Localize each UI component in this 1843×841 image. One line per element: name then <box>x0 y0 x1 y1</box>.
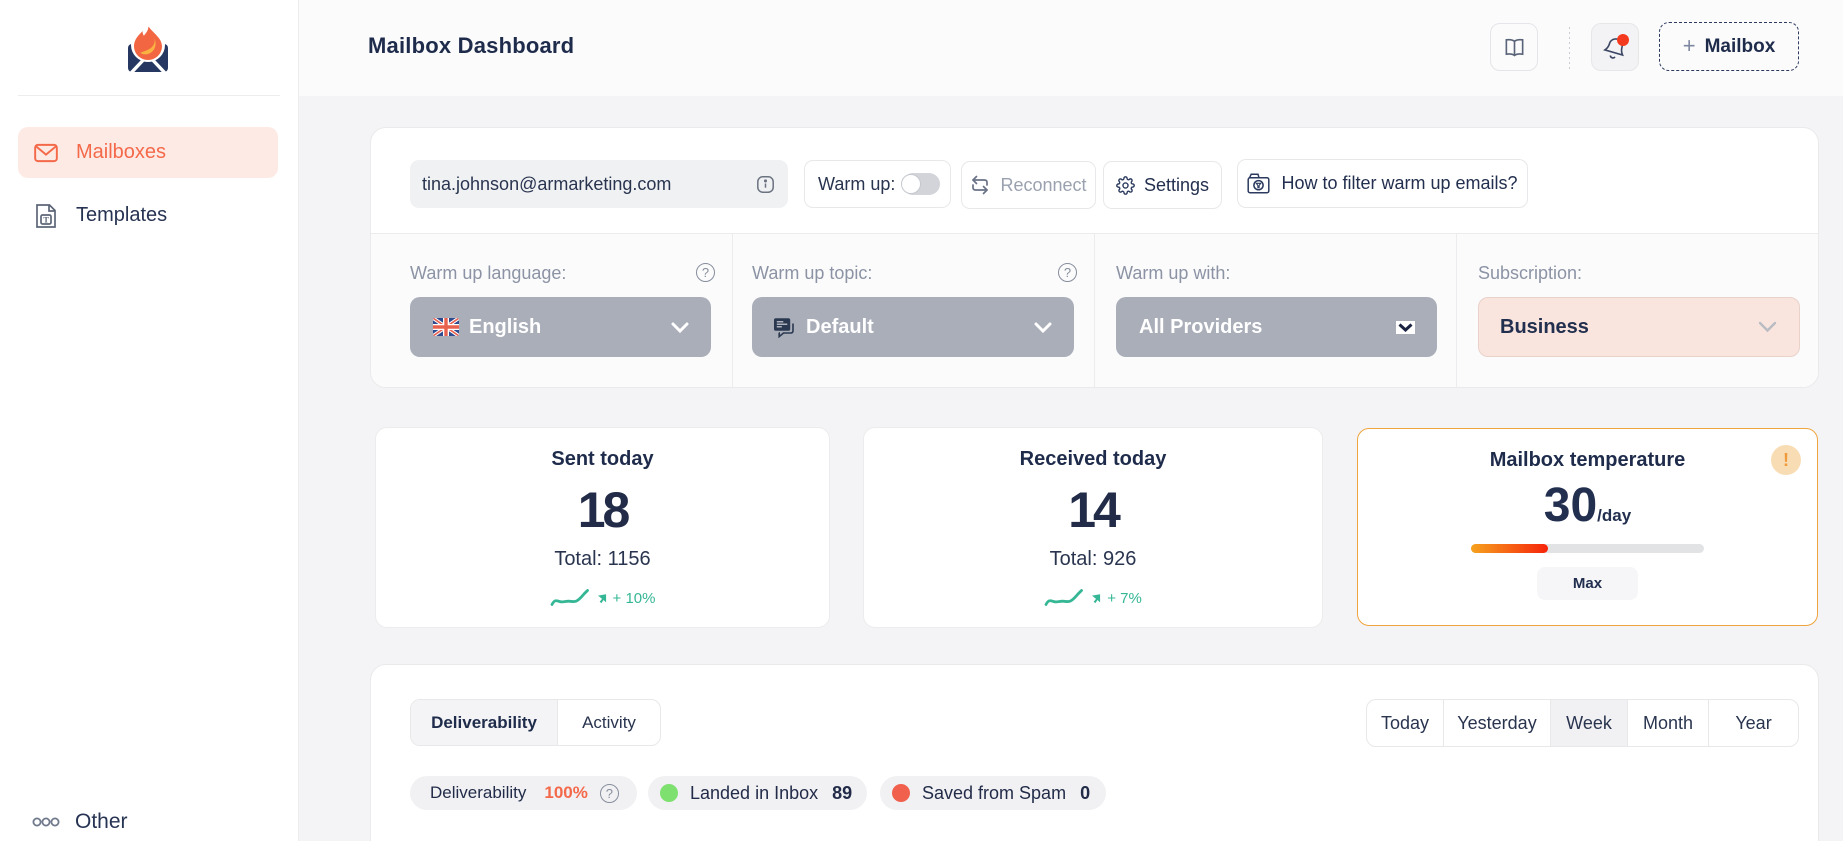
svg-text:T: T <box>43 214 49 224</box>
